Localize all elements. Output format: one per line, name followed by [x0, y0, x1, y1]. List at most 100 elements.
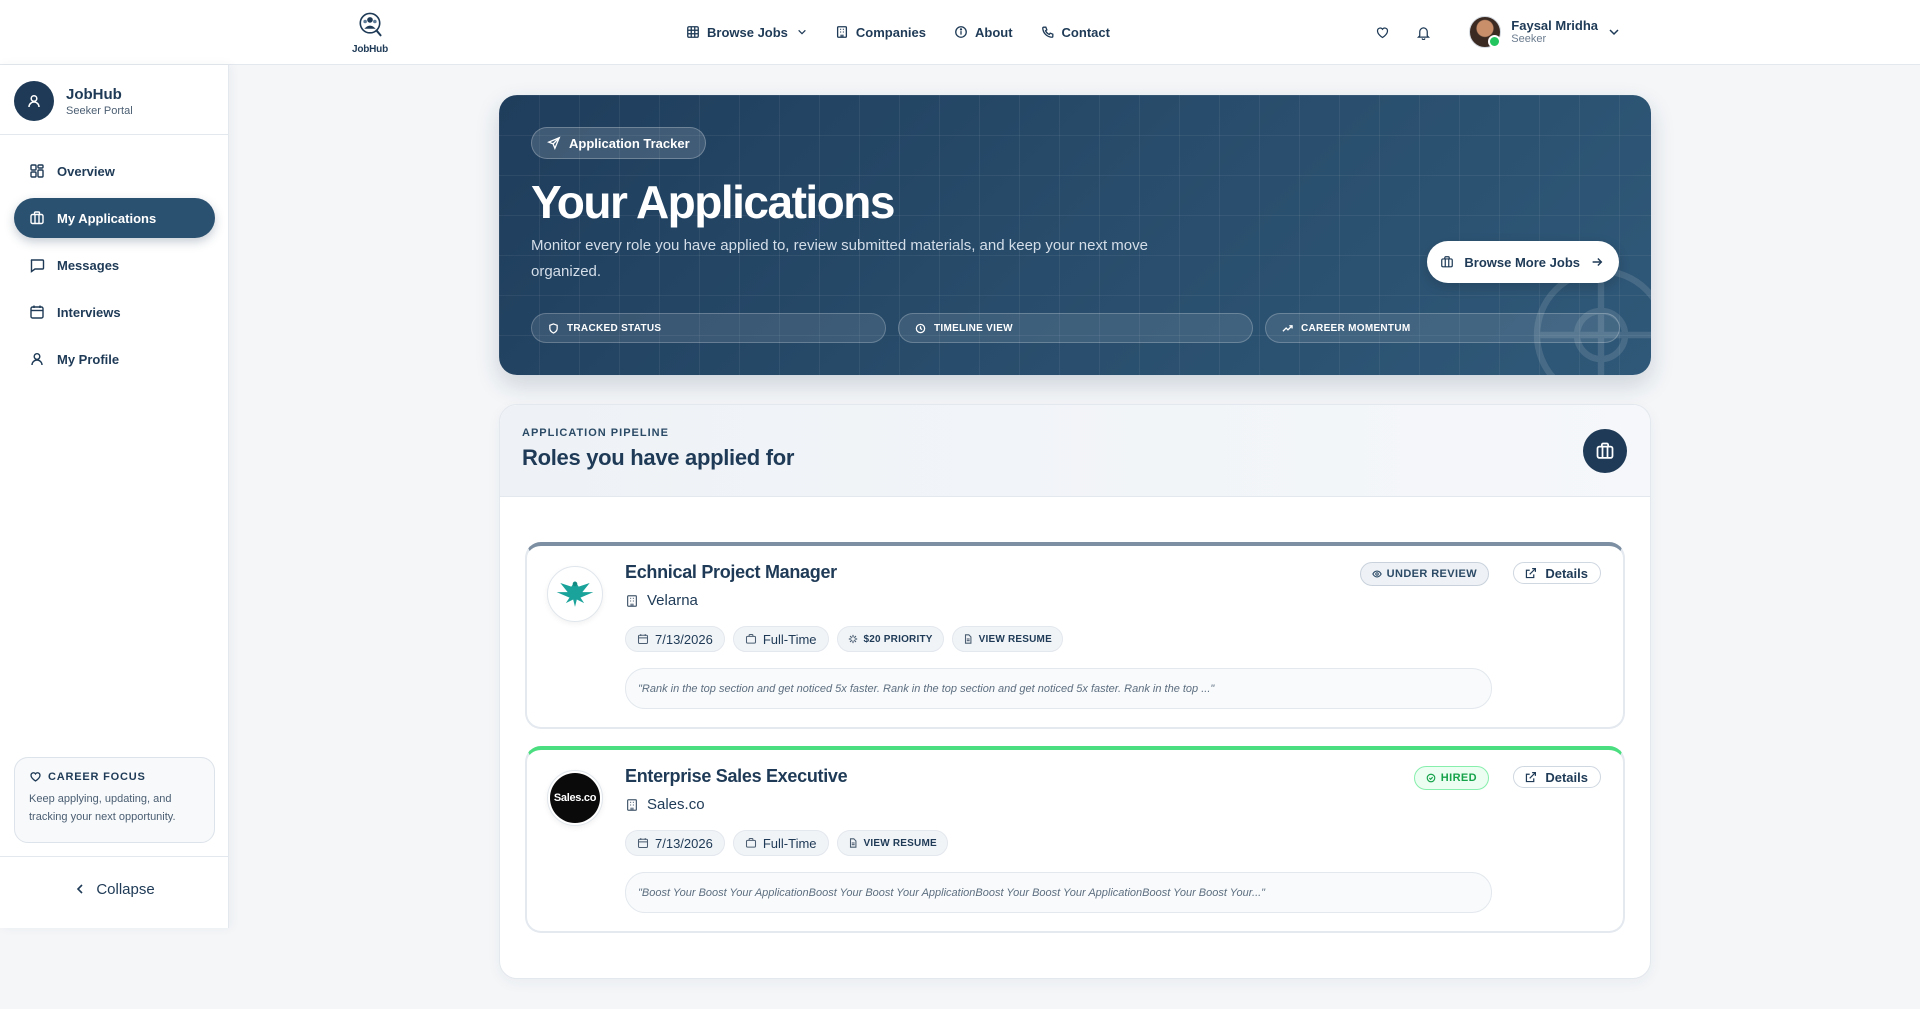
panel-briefcase-badge — [1583, 429, 1627, 473]
applied-date-tag: 7/13/2026 — [625, 626, 725, 652]
chevron-down-icon — [798, 29, 806, 35]
sidebar-item-label: Interviews — [57, 304, 121, 320]
view-resume-label: VIEW RESUME — [863, 837, 937, 849]
career-momentum-pill: CAREER MOMENTUM — [1265, 313, 1620, 343]
browse-more-jobs-label: Browse More Jobs — [1464, 254, 1580, 270]
details-label: Details — [1545, 769, 1588, 785]
status-badge: HIRED — [1413, 766, 1489, 790]
user-menu[interactable]: Faysal Mridha Seeker — [1469, 16, 1620, 48]
priority-tag: $20 PRIORITY — [836, 626, 944, 652]
calendar-icon — [637, 838, 649, 849]
nav-about-label: About — [975, 24, 1013, 40]
tracked-status-label: TRACKED STATUS — [567, 322, 662, 334]
sidebar-item-my-applications[interactable]: My Applications — [14, 198, 215, 238]
chevron-down-icon — [1609, 29, 1619, 36]
company-name-label: Sales.co — [647, 796, 705, 813]
main-nav: Browse Jobs Companies About Contact — [686, 0, 1110, 64]
nav-companies-label: Companies — [855, 24, 926, 40]
sidebar-avatar — [14, 81, 54, 121]
message-icon — [30, 259, 45, 273]
phone-icon — [1041, 26, 1054, 38]
application-note: "Boost Your Boost Your ApplicationBoost … — [625, 872, 1492, 913]
application-card: Sales.co Enterprise Sales Executive Sale… — [525, 746, 1625, 933]
career-focus-title: CAREER FOCUS — [29, 770, 200, 783]
jobhub-logo[interactable]: JobHub — [349, 11, 391, 55]
hero-description: Monitor every role you have applied to, … — [531, 237, 1148, 280]
details-button[interactable]: Details — [1513, 766, 1601, 788]
calendar-icon — [30, 305, 44, 319]
panel-title: Roles you have applied for — [522, 445, 795, 470]
company-logo-velarna — [547, 566, 603, 622]
send-icon — [547, 136, 561, 150]
job-type: Full-Time — [762, 835, 817, 851]
sidebar-item-label: My Profile — [57, 351, 120, 367]
collapse-label: Collapse — [96, 880, 155, 898]
job-type: Full-Time — [762, 631, 817, 647]
tracked-status-pill: TRACKED STATUS — [531, 313, 886, 343]
building-icon — [627, 798, 637, 811]
briefcase-icon — [745, 633, 756, 644]
top-navbar: JobHub Browse Jobs Companies About Conta… — [0, 0, 1920, 65]
shield-icon — [549, 322, 558, 334]
sidebar-subtitle: Seeker Portal — [66, 104, 133, 117]
job-type-tag: Full-Time — [732, 830, 829, 856]
job-title[interactable]: Enterprise Sales Executive — [625, 766, 848, 787]
nav-browse-jobs[interactable]: Browse Jobs — [686, 25, 807, 40]
sidebar-item-my-profile[interactable]: My Profile — [14, 339, 215, 379]
view-resume-label: VIEW RESUME — [978, 633, 1052, 645]
hero-pills: TRACKED STATUS TIMELINE VIEW CAREER MOME… — [531, 313, 1620, 343]
status-badge: UNDER REVIEW — [1359, 562, 1489, 586]
career-momentum-label: CAREER MOMENTUM — [1301, 322, 1411, 334]
nav-contact[interactable]: Contact — [1041, 25, 1110, 40]
status-label: HIRED — [1440, 772, 1477, 784]
arrow-right-icon — [1592, 258, 1603, 266]
heart-icon — [30, 772, 41, 782]
sparkle-icon — [848, 634, 857, 644]
user-name: Faysal Mridha — [1511, 18, 1598, 33]
eye-icon — [1371, 570, 1382, 578]
check-circle-icon — [1426, 773, 1436, 783]
company-logo-sales-co: Sales.co — [547, 770, 603, 826]
nav-companies[interactable]: Companies — [835, 25, 926, 40]
file-icon — [849, 838, 856, 848]
external-link-icon — [1526, 771, 1537, 782]
company-name: Velarna — [625, 592, 698, 609]
application-tags: 7/13/2026 Full-Time $20 PRIORITY VIEW RE… — [625, 626, 1063, 652]
bell-icon[interactable] — [1416, 25, 1431, 40]
clock-icon — [915, 323, 926, 333]
sidebar-item-overview[interactable]: Overview — [14, 151, 215, 191]
job-title[interactable]: Echnical Project Manager — [625, 562, 837, 583]
sidebar-item-interviews[interactable]: Interviews — [14, 292, 215, 332]
hero-banner: Application Tracker Your Applications Mo… — [499, 95, 1651, 375]
career-focus-title-text: CAREER FOCUS — [48, 770, 146, 783]
application-note: "Rank in the top section and get noticed… — [625, 668, 1492, 709]
nav-browse-jobs-label: Browse Jobs — [707, 24, 788, 40]
applied-date-tag: 7/13/2026 — [625, 830, 725, 856]
company-name: Sales.co — [625, 796, 705, 813]
logo-text: JobHub — [351, 44, 389, 55]
company-name-label: Velarna — [647, 592, 698, 609]
sidebar-item-label: Messages — [57, 257, 120, 273]
view-resume-button[interactable]: VIEW RESUME — [836, 830, 948, 856]
sidebar-item-messages[interactable]: Messages — [14, 245, 215, 285]
browse-more-jobs-button[interactable]: Browse More Jobs — [1427, 241, 1619, 283]
heart-icon[interactable] — [1375, 25, 1390, 40]
details-button[interactable]: Details — [1513, 562, 1601, 584]
timeline-view-pill: TIMELINE VIEW — [898, 313, 1253, 343]
sidebar-item-label: My Applications — [57, 210, 157, 226]
career-focus-text: Keep applying, updating, and tracking yo… — [29, 793, 176, 823]
page-title: Your Applications — [531, 176, 895, 228]
collapse-button[interactable]: Collapse — [0, 873, 229, 905]
nav-actions: Faysal Mridha Seeker — [1375, 0, 1620, 64]
panel-kicker: APPLICATION PIPELINE — [522, 427, 669, 439]
briefcase-icon — [745, 837, 756, 848]
nav-about[interactable]: About — [954, 25, 1013, 40]
view-resume-button[interactable]: VIEW RESUME — [951, 626, 1063, 652]
sidebar-header: JobHub Seeker Portal — [14, 81, 133, 121]
chevron-left-icon — [77, 884, 83, 894]
info-icon — [955, 26, 967, 38]
user-role: Seeker — [1511, 33, 1547, 45]
timeline-view-label: TIMELINE VIEW — [934, 322, 1013, 334]
job-type-tag: Full-Time — [732, 626, 829, 652]
eagle-logo-icon — [556, 581, 594, 607]
